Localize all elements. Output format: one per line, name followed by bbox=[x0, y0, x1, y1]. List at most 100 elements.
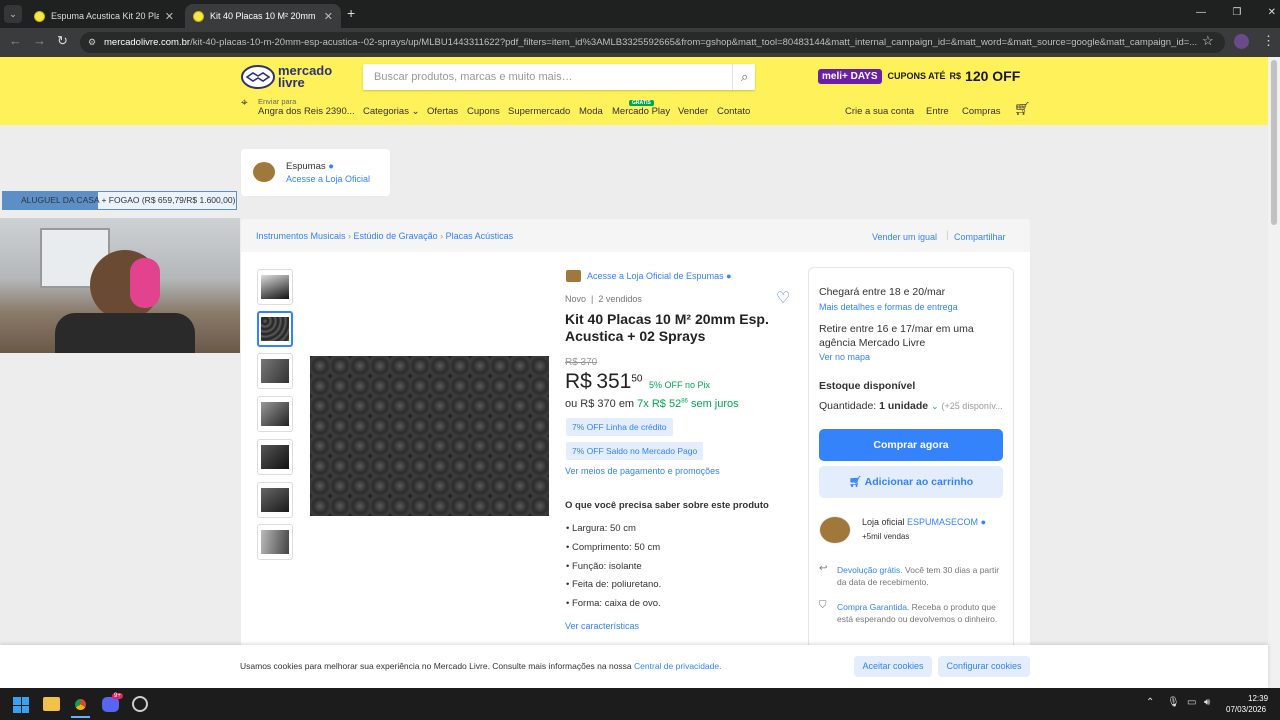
cookie-text: Usamos cookies para melhorar sua experiê… bbox=[240, 661, 722, 671]
create-account-link[interactable]: Crie a sua conta bbox=[845, 106, 914, 117]
verified-icon: ● bbox=[726, 271, 732, 281]
browser-tab-1[interactable]: Espuma Acustica Kit 20 Placas 5 ✕ bbox=[26, 4, 182, 28]
verified-icon: ● bbox=[328, 161, 334, 172]
volume-icon[interactable]: 🔊︎ bbox=[1204, 697, 1210, 708]
profile-avatar[interactable] bbox=[1234, 34, 1249, 49]
favorite-heart-icon[interactable]: ♡ bbox=[776, 288, 790, 308]
file-explorer-icon[interactable] bbox=[43, 697, 60, 711]
see-map-link[interactable]: Ver no mapa bbox=[819, 352, 870, 362]
delivery-details-link[interactable]: Mais detalhes e formas de entrega bbox=[819, 302, 958, 312]
gallery-thumbnail[interactable] bbox=[257, 524, 293, 560]
window-controls: — ❐ ✕ bbox=[1196, 7, 1276, 18]
ship-to[interactable]: Enviar para Angra dos Reis 2390... bbox=[258, 97, 355, 117]
store-mini-logo bbox=[566, 270, 581, 282]
site-info-icon[interactable]: ⚙ bbox=[88, 32, 96, 53]
configure-cookies-button[interactable]: Configurar cookies bbox=[938, 656, 1030, 677]
cart-plus-icon: 🛒︎ bbox=[848, 476, 863, 488]
pickup-estimate: Retire entre 16 e 17/mar em uma agência … bbox=[819, 323, 974, 349]
meli-days-banner[interactable]: meli+ DAYS CUPONS ATÉ R$ 120 OFF bbox=[818, 67, 1020, 85]
gallery-thumbnail[interactable] bbox=[257, 353, 293, 389]
breadcrumb-item[interactable]: Placas Acústicas bbox=[446, 231, 514, 241]
mercadolivre-favicon bbox=[34, 10, 45, 22]
app-icon[interactable] bbox=[132, 696, 148, 712]
feature-item: • Forma: caixa de ovo. bbox=[566, 598, 661, 609]
tab-list-button[interactable]: ⌄ bbox=[4, 5, 22, 23]
current-price: R$ 35150 5% OFF no Pix bbox=[565, 370, 710, 393]
installments: ou R$ 370 em 7x R$ 5286 sem juros bbox=[565, 398, 739, 410]
nav-ofertas[interactable]: Ofertas bbox=[427, 106, 458, 117]
new-tab-button[interactable]: + bbox=[347, 5, 355, 21]
close-window-icon[interactable]: ✕ bbox=[1268, 7, 1276, 18]
store-logo bbox=[253, 162, 275, 182]
breadcrumb: Instrumentos Musicais › Estúdio de Grava… bbox=[256, 231, 514, 241]
maximize-icon[interactable]: ❐ bbox=[1232, 7, 1241, 18]
tray-chevron-icon[interactable]: ⌃ bbox=[1146, 697, 1154, 708]
product-title: Kit 40 Placas 10 M² 20mm Esp. Acustica +… bbox=[565, 311, 769, 344]
microphone-icon[interactable]: 🎙︎ bbox=[1167, 697, 1180, 708]
reload-icon[interactable]: ↻ bbox=[57, 33, 68, 49]
discord-notification-badge: 9+ bbox=[112, 693, 123, 699]
forward-icon[interactable]: → bbox=[33, 33, 46, 48]
sell-similar-link[interactable]: Vender um igual bbox=[872, 232, 937, 242]
bookmark-star-icon[interactable]: ☆ bbox=[1202, 33, 1214, 49]
webcam-feed bbox=[0, 218, 240, 353]
buy-now-button[interactable]: Comprar agora bbox=[819, 429, 1003, 461]
guarantee-info: Compra Garantida. Receba o produto que e… bbox=[837, 602, 998, 624]
seller-info[interactable]: Loja oficial ESPUMASECOM ● bbox=[862, 517, 986, 527]
windows-start-icon[interactable] bbox=[13, 697, 29, 713]
quantity-selector[interactable]: Quantidade: 1 unidade ⌄ (+25 disponív... bbox=[819, 400, 1003, 412]
gallery-thumbnail[interactable] bbox=[257, 269, 293, 305]
clock-time[interactable]: 12:39 bbox=[1248, 694, 1268, 703]
nav-vender[interactable]: Vender bbox=[678, 106, 708, 117]
discord-icon[interactable] bbox=[102, 697, 119, 712]
purchases-link[interactable]: Compras bbox=[962, 106, 1001, 117]
gallery-thumbnail[interactable] bbox=[257, 439, 293, 475]
handshake-icon bbox=[241, 65, 275, 89]
free-return-info: Devolução grátis. Você tem 30 dias a par… bbox=[837, 565, 1000, 587]
breadcrumb-item[interactable]: Instrumentos Musicais bbox=[256, 231, 346, 241]
clock-date[interactable]: 07/03/2026 bbox=[1226, 705, 1266, 714]
feature-item: • Largura: 50 cm bbox=[566, 523, 636, 534]
old-price: R$ 370 bbox=[565, 357, 598, 368]
search-input[interactable]: Buscar produtos, marcas e muito mais… ⌕ bbox=[363, 64, 755, 90]
gallery-thumbnail[interactable] bbox=[257, 311, 293, 347]
features-title: O que você precisa saber sobre este prod… bbox=[565, 500, 769, 511]
chrome-icon[interactable] bbox=[72, 696, 89, 713]
network-icon[interactable]: ▭ bbox=[1187, 697, 1196, 708]
nav-categorias[interactable]: Categorias ⌄ bbox=[363, 106, 420, 117]
url-input[interactable]: ⚙ mercadolivre.com.br/kit-40-placas-10-m… bbox=[80, 32, 1225, 53]
official-store-link[interactable]: Acesse a Loja Oficial bbox=[286, 174, 370, 184]
mercadolivre-logo[interactable]: mercado livre bbox=[241, 64, 333, 90]
back-icon[interactable]: ← bbox=[9, 33, 22, 48]
official-store-product-link[interactable]: Acesse a Loja Oficial de Espumas ● bbox=[587, 271, 732, 281]
gallery-thumbnail[interactable] bbox=[257, 482, 293, 518]
close-tab-icon[interactable]: ✕ bbox=[159, 10, 174, 23]
feature-item: • Feita de: poliuretano. bbox=[566, 579, 662, 590]
gallery-thumbnail[interactable] bbox=[257, 396, 293, 432]
see-features-link[interactable]: Ver características bbox=[565, 621, 639, 631]
official-store-card[interactable]: Espumas ● Acesse a Loja Oficial bbox=[241, 149, 390, 196]
nav-mercado-play[interactable]: Mercado Play bbox=[612, 106, 670, 117]
scrollbar-thumb[interactable] bbox=[1271, 60, 1277, 225]
nav-moda[interactable]: Moda bbox=[579, 106, 603, 117]
search-icon[interactable]: ⌕ bbox=[732, 64, 748, 90]
browser-tab-2[interactable]: Kit 40 Placas 10 M² 20mm Esp. ✕ bbox=[185, 4, 341, 28]
share-link[interactable]: Compartilhar bbox=[954, 232, 1006, 242]
add-to-cart-button[interactable]: 🛒︎ Adicionar ao carrinho bbox=[819, 466, 1003, 498]
feature-item: • Comprimento: 50 cm bbox=[566, 542, 661, 553]
delivery-estimate: Chegará entre 18 e 20/mar bbox=[819, 286, 946, 298]
mercadolivre-favicon bbox=[193, 10, 204, 22]
privacy-center-link[interactable]: Central de privacidade. bbox=[634, 661, 721, 671]
breadcrumb-item[interactable]: Estúdio de Gravação bbox=[354, 231, 438, 241]
login-link[interactable]: Entre bbox=[926, 106, 949, 117]
nav-supermercado[interactable]: Supermercado bbox=[508, 106, 570, 117]
close-tab-icon[interactable]: ✕ bbox=[318, 10, 333, 23]
browser-menu-icon[interactable]: ⋮ bbox=[1262, 33, 1275, 49]
product-main-image[interactable] bbox=[310, 356, 549, 516]
accept-cookies-button[interactable]: Aceitar cookies bbox=[854, 656, 932, 677]
cart-icon[interactable]: 🛒︎ bbox=[1014, 101, 1031, 117]
nav-cupons[interactable]: Cupons bbox=[467, 106, 500, 117]
nav-contato[interactable]: Contato bbox=[717, 106, 750, 117]
payment-methods-link[interactable]: Ver meios de pagamento e promoções bbox=[565, 466, 720, 476]
minimize-icon[interactable]: — bbox=[1196, 7, 1206, 18]
